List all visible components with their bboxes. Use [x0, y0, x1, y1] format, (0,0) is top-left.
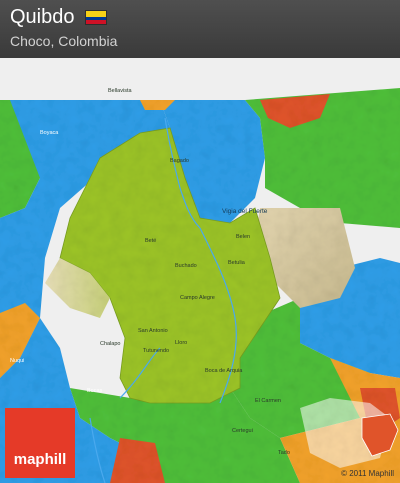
title-row: Quibdo — [10, 5, 107, 29]
map-title: Quibdo — [10, 6, 75, 28]
place-label[interactable]: San Antonio — [138, 328, 168, 334]
map-frame: Quibdo Choco, Colombia Bellavista Boyaca… — [0, 0, 400, 483]
maphill-logo-text: maphill — [13, 451, 67, 468]
place-label[interactable]: Beté — [145, 238, 156, 244]
place-label[interactable]: Lloro — [175, 340, 187, 346]
map-area[interactable]: Bellavista Boyaca Bagado Vigia del Fuert… — [0, 58, 400, 483]
place-label[interactable]: Boca de Arquia — [205, 368, 242, 374]
place-label[interactable]: Buchado — [175, 263, 197, 269]
place-label[interactable]: Bellavista — [108, 88, 132, 94]
place-label[interactable]: Chalapo — [100, 341, 121, 347]
place-label[interactable]: Bagado — [170, 158, 189, 164]
flag-red-stripe — [85, 20, 106, 24]
place-label[interactable]: Tutunendo — [143, 348, 169, 354]
place-label[interactable]: Betulia — [228, 260, 245, 266]
maphill-logo[interactable]: maphill — [5, 408, 75, 478]
copyright-notice: © 2011 Maphill — [341, 469, 394, 478]
place-label[interactable]: Belen — [236, 234, 250, 240]
place-label[interactable]: Tado — [278, 450, 290, 456]
place-label[interactable]: Boyaca — [40, 130, 58, 136]
place-label[interactable]: Nuqui — [10, 358, 24, 364]
place-label[interactable]: Vigia del Fuerte — [222, 208, 267, 215]
map-subtitle: Choco, Colombia — [10, 33, 118, 49]
place-label[interactable]: Campo Alegre — [180, 295, 215, 301]
place-label[interactable]: El Carmen — [255, 398, 281, 404]
place-label[interactable]: Certegui — [232, 428, 253, 434]
map-header: Quibdo Choco, Colombia — [0, 0, 400, 58]
place-label[interactable]: Bocas — [87, 388, 102, 394]
colombia-flag-icon — [84, 9, 107, 25]
